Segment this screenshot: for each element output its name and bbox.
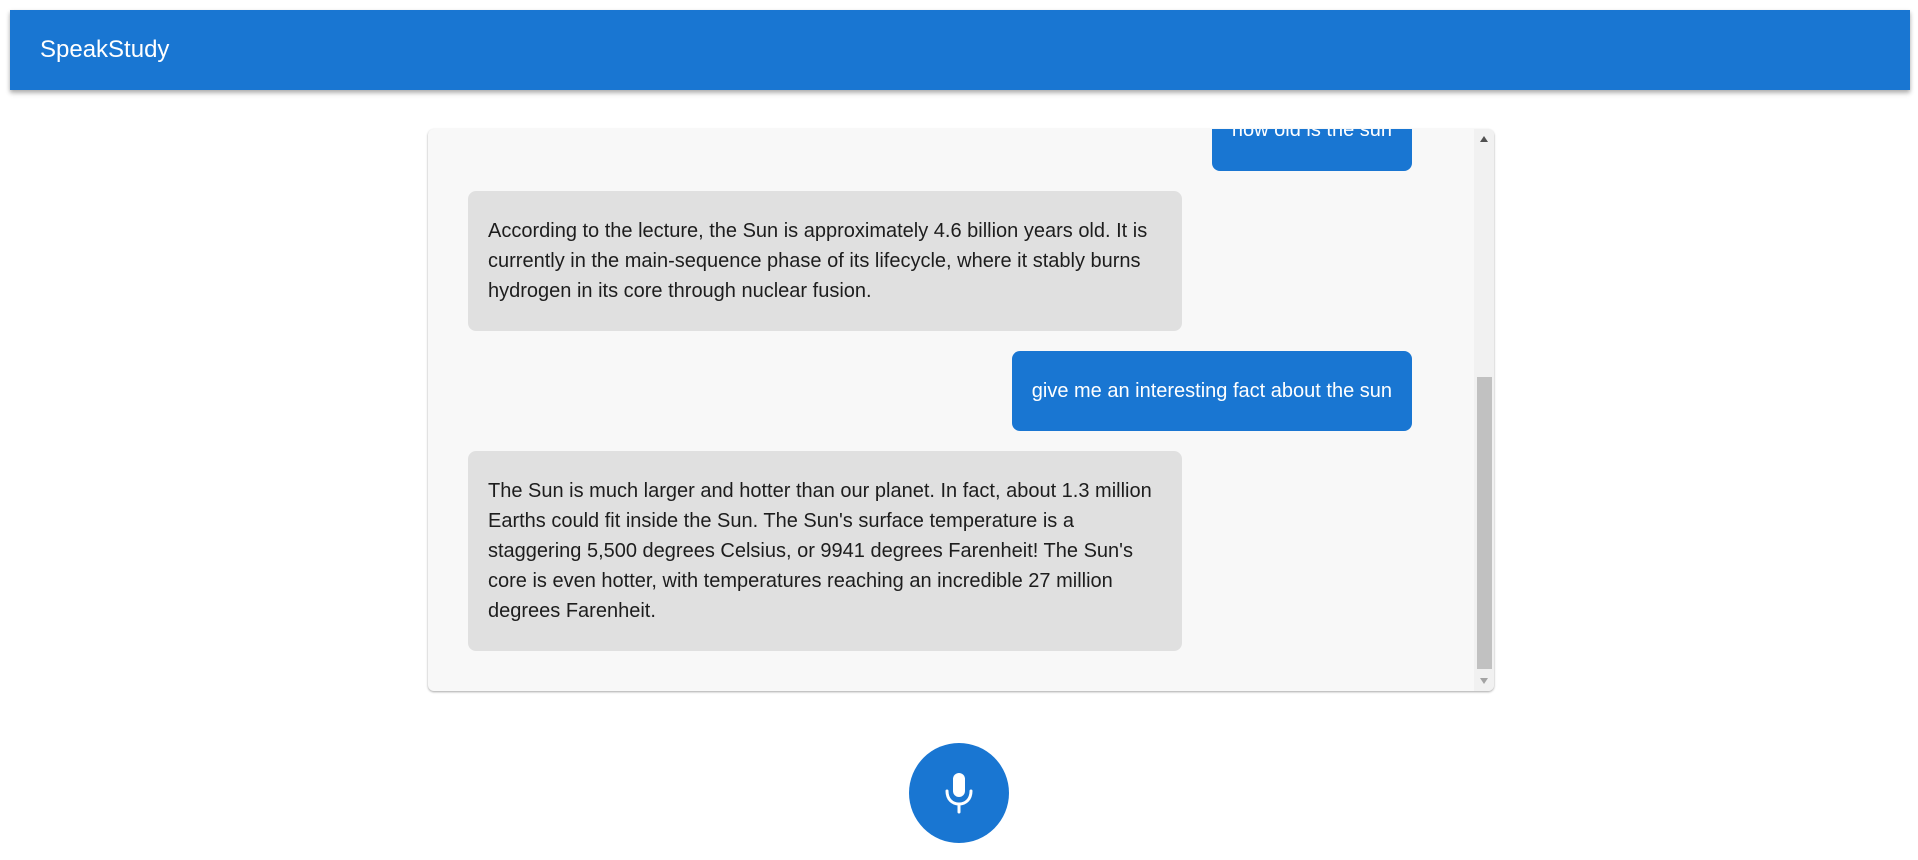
caret-up-icon (1480, 136, 1488, 142)
user-message: how old is the sun (1211, 129, 1412, 171)
assistant-message: The Sun is much larger and hotter than o… (468, 451, 1182, 651)
vertical-scrollbar[interactable] (1474, 129, 1494, 691)
chat-panel: how old is the sun According to the lect… (428, 129, 1494, 691)
microphone-icon (945, 773, 973, 814)
app-bar: SpeakStudy (10, 10, 1910, 90)
chat-message-list[interactable]: how old is the sun According to the lect… (428, 129, 1474, 691)
caret-down-icon (1480, 678, 1488, 684)
assistant-message: According to the lecture, the Sun is app… (468, 191, 1182, 331)
user-message-text: give me an interesting fact about the su… (1031, 380, 1392, 402)
user-message: give me an interesting fact about the su… (1011, 351, 1412, 431)
app-title: SpeakStudy (40, 36, 170, 63)
scroll-down-button[interactable] (1474, 671, 1494, 691)
microphone-button[interactable] (909, 743, 1009, 843)
scrollbar-thumb[interactable] (1477, 377, 1492, 669)
scroll-up-button[interactable] (1474, 129, 1494, 149)
